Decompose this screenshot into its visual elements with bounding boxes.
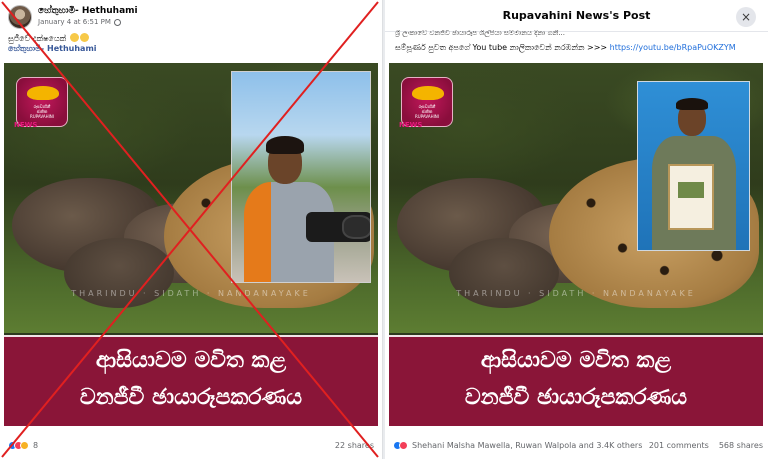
- headline-banner: ආසියාවම මවිත කළ වනජීවී ඡායාරූපකරණය: [4, 335, 378, 426]
- post-image[interactable]: THARINDU · SIDATH · NANDANAYAKE රූපවාහින…: [4, 63, 378, 426]
- youtube-link[interactable]: https://youtu.be/bRpaPuOKZYM: [610, 43, 736, 52]
- photo-watermark: THARINDU · SIDATH · NANDANAYAKE: [71, 289, 311, 298]
- globe-icon: [113, 19, 121, 26]
- certificate-icon: [668, 164, 714, 230]
- smile-emoji-icon: [69, 33, 79, 42]
- award-winner-inset-photo: [637, 81, 750, 251]
- post-image[interactable]: THARINDU · SIDATH · NANDANAYAKE රූපවාහින…: [389, 63, 763, 426]
- avatar[interactable]: [8, 5, 32, 29]
- post-footer: 8 22 shares: [8, 437, 374, 453]
- headline-banner: ආසියාවම මවිත කළ වනජීවී ඡායාරූපකරණය: [389, 335, 763, 426]
- dialog-header: Rupavahini News's Post ×: [385, 0, 768, 32]
- photographer-inset-photo: [231, 71, 371, 283]
- smile-emoji-icon: [79, 33, 89, 42]
- reaction-count[interactable]: 8: [33, 441, 38, 450]
- banner-line-1: ආසියාවම මවිත කළ: [95, 348, 287, 373]
- post-timestamp[interactable]: January 4 at 6:51 PM: [38, 17, 111, 28]
- bird-logo-icon: [412, 86, 444, 100]
- post-text: සම්පූර්ණ පුවත අපගේ You tube නාලිකාවෙන් න…: [395, 43, 736, 52]
- bird-logo-icon: [27, 86, 59, 100]
- shares-count[interactable]: 568 shares: [719, 441, 763, 450]
- logo-news-label: NEWS: [399, 121, 423, 129]
- rupavahini-logo: රූපවාහිනී ජාතික RUPAVAHINI: [16, 77, 68, 127]
- post-header: හේතුහාමි- Hethuhami January 4 at 6:51 PM: [8, 4, 138, 30]
- banner-line-2: වනජීවී ඡායාරූපකරණය: [79, 385, 303, 410]
- left-fake-post: හේතුහාමි- Hethuhami January 4 at 6:51 PM…: [0, 0, 383, 459]
- close-button[interactable]: ×: [736, 7, 756, 27]
- reaction-names[interactable]: Shehani Malsha Mawella, Ruwan Walpola an…: [412, 441, 642, 450]
- logo-news-label: NEWS: [14, 121, 38, 129]
- haha-reaction-icon: [20, 440, 29, 450]
- page-tag-link[interactable]: හේතුහාමි- Hethuhami: [8, 44, 97, 54]
- photo-watermark: THARINDU · SIDATH · NANDANAYAKE: [456, 289, 696, 298]
- right-original-post: Rupavahini News's Post × ශ්‍රී ලංකාවේ වන…: [385, 0, 768, 459]
- post-text-truncated: ශ්‍රී ලංකාවේ වනජීවී ඡායාරූප ශිල්පියා සම්…: [395, 30, 565, 37]
- comments-count[interactable]: 201 comments: [649, 441, 709, 450]
- rupavahini-logo: රූපවාහිනී ජාතික RUPAVAHINI: [401, 77, 453, 127]
- dialog-title: Rupavahini News's Post: [502, 9, 651, 22]
- post-footer: Shehani Malsha Mawella, Ruwan Walpola an…: [393, 437, 763, 453]
- shares-count[interactable]: 22 shares: [335, 441, 374, 450]
- banner-line-2: වනජීවී ඡායාරූපකරණය: [464, 385, 688, 410]
- banner-line-1: ආසියාවම මවිත කළ: [480, 348, 672, 373]
- author-name[interactable]: හේතුහාමි- Hethuhami: [38, 6, 138, 17]
- love-reaction-icon: [399, 440, 408, 450]
- post-caption: සුජීවේ දක්ෂයෙක්: [8, 33, 89, 44]
- comparison-screenshot: හේතුහාමි- Hethuhami January 4 at 6:51 PM…: [0, 0, 768, 459]
